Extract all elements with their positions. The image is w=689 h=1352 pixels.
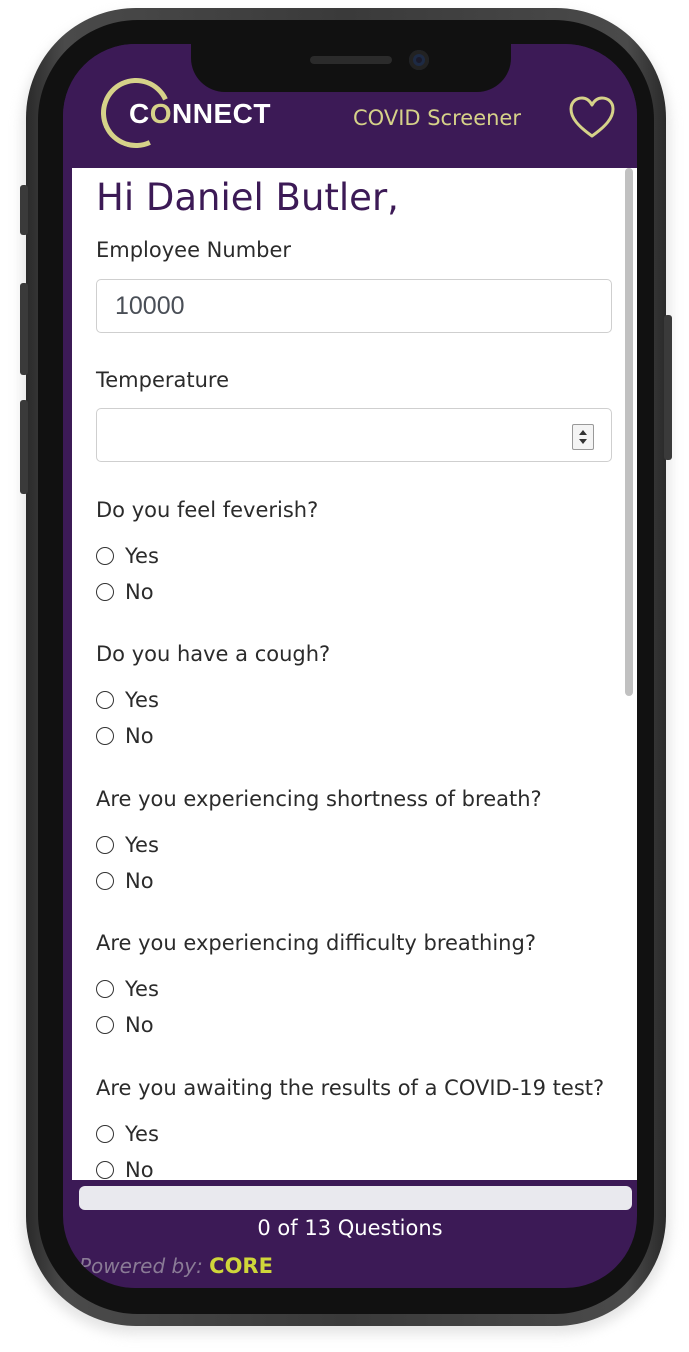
radio-label: No xyxy=(125,869,154,893)
phone-camera xyxy=(409,50,429,70)
spin-up-icon[interactable] xyxy=(579,430,587,435)
radio-label: Yes xyxy=(125,544,159,568)
heart-outline-icon[interactable] xyxy=(568,96,616,140)
employee-number-label: Employee Number xyxy=(96,238,292,262)
header-title: COVID Screener xyxy=(353,106,521,130)
progress-text: 0 of 13 Questions xyxy=(257,1216,443,1240)
radio-button[interactable] xyxy=(96,547,114,565)
phone-notch xyxy=(191,44,511,92)
employee-number-input[interactable]: 10000 xyxy=(96,279,612,333)
phone-screen: CONNECT COVID Screener Hi Daniel Butler,… xyxy=(63,44,637,1288)
radio-label: Yes xyxy=(125,1122,159,1146)
radio-button[interactable] xyxy=(96,1125,114,1143)
radio-option-test-no[interactable]: No xyxy=(96,1156,154,1180)
radio-option-test-yes[interactable]: Yes xyxy=(96,1120,159,1148)
radio-option-feverish-yes[interactable]: Yes xyxy=(96,542,159,570)
radio-label: No xyxy=(125,1158,154,1180)
powered-by-prefix: Powered by: xyxy=(79,1254,203,1278)
question-cough: Do you have a cough? xyxy=(96,642,331,666)
phone-volume-down xyxy=(20,400,28,494)
radio-button[interactable] xyxy=(96,1016,114,1034)
radio-option-breath-yes[interactable]: Yes xyxy=(96,831,159,859)
radio-label: Yes xyxy=(125,688,159,712)
radio-button[interactable] xyxy=(96,872,114,890)
radio-button[interactable] xyxy=(96,583,114,601)
phone-volume-up xyxy=(20,283,28,375)
temperature-label: Temperature xyxy=(96,368,230,392)
screener-form: Hi Daniel Butler, Employee Number 10000 … xyxy=(72,168,637,1180)
radio-option-difficulty-no[interactable]: No xyxy=(96,1011,154,1039)
form-scrollbar[interactable] xyxy=(625,168,633,696)
temperature-input[interactable] xyxy=(96,408,612,462)
logo-text: CONNECT xyxy=(129,98,271,129)
radio-option-cough-no[interactable]: No xyxy=(96,722,154,750)
radio-label: No xyxy=(125,580,154,604)
question-awaiting-test: Are you awaiting the results of a COVID-… xyxy=(96,1076,605,1100)
radio-option-cough-yes[interactable]: Yes xyxy=(96,686,159,714)
radio-button[interactable] xyxy=(96,691,114,709)
powered-by: Powered by: CORE xyxy=(79,1254,273,1278)
radio-label: Yes xyxy=(125,977,159,1001)
radio-option-breath-no[interactable]: No xyxy=(96,867,154,895)
radio-label: No xyxy=(125,724,154,748)
temperature-spinner[interactable] xyxy=(572,424,594,450)
radio-button[interactable] xyxy=(96,1161,114,1179)
radio-label: Yes xyxy=(125,833,159,857)
spin-down-icon[interactable] xyxy=(579,439,587,444)
greeting-heading: Hi Daniel Butler, xyxy=(96,176,399,219)
question-difficulty-breathing: Are you experiencing difficulty breathin… xyxy=(96,931,536,955)
radio-button[interactable] xyxy=(96,727,114,745)
question-shortness-of-breath: Are you experiencing shortness of breath… xyxy=(96,787,542,811)
progress-bar xyxy=(79,1186,632,1210)
question-feverish: Do you feel feverish? xyxy=(96,498,319,522)
radio-label: No xyxy=(125,1013,154,1037)
radio-button[interactable] xyxy=(96,836,114,854)
phone-power-button xyxy=(664,315,672,460)
radio-option-difficulty-yes[interactable]: Yes xyxy=(96,975,159,1003)
radio-button[interactable] xyxy=(96,980,114,998)
phone-silent-switch xyxy=(20,185,28,235)
radio-option-feverish-no[interactable]: No xyxy=(96,578,154,606)
core-brand[interactable]: CORE xyxy=(209,1254,273,1278)
phone-speaker xyxy=(310,56,392,64)
